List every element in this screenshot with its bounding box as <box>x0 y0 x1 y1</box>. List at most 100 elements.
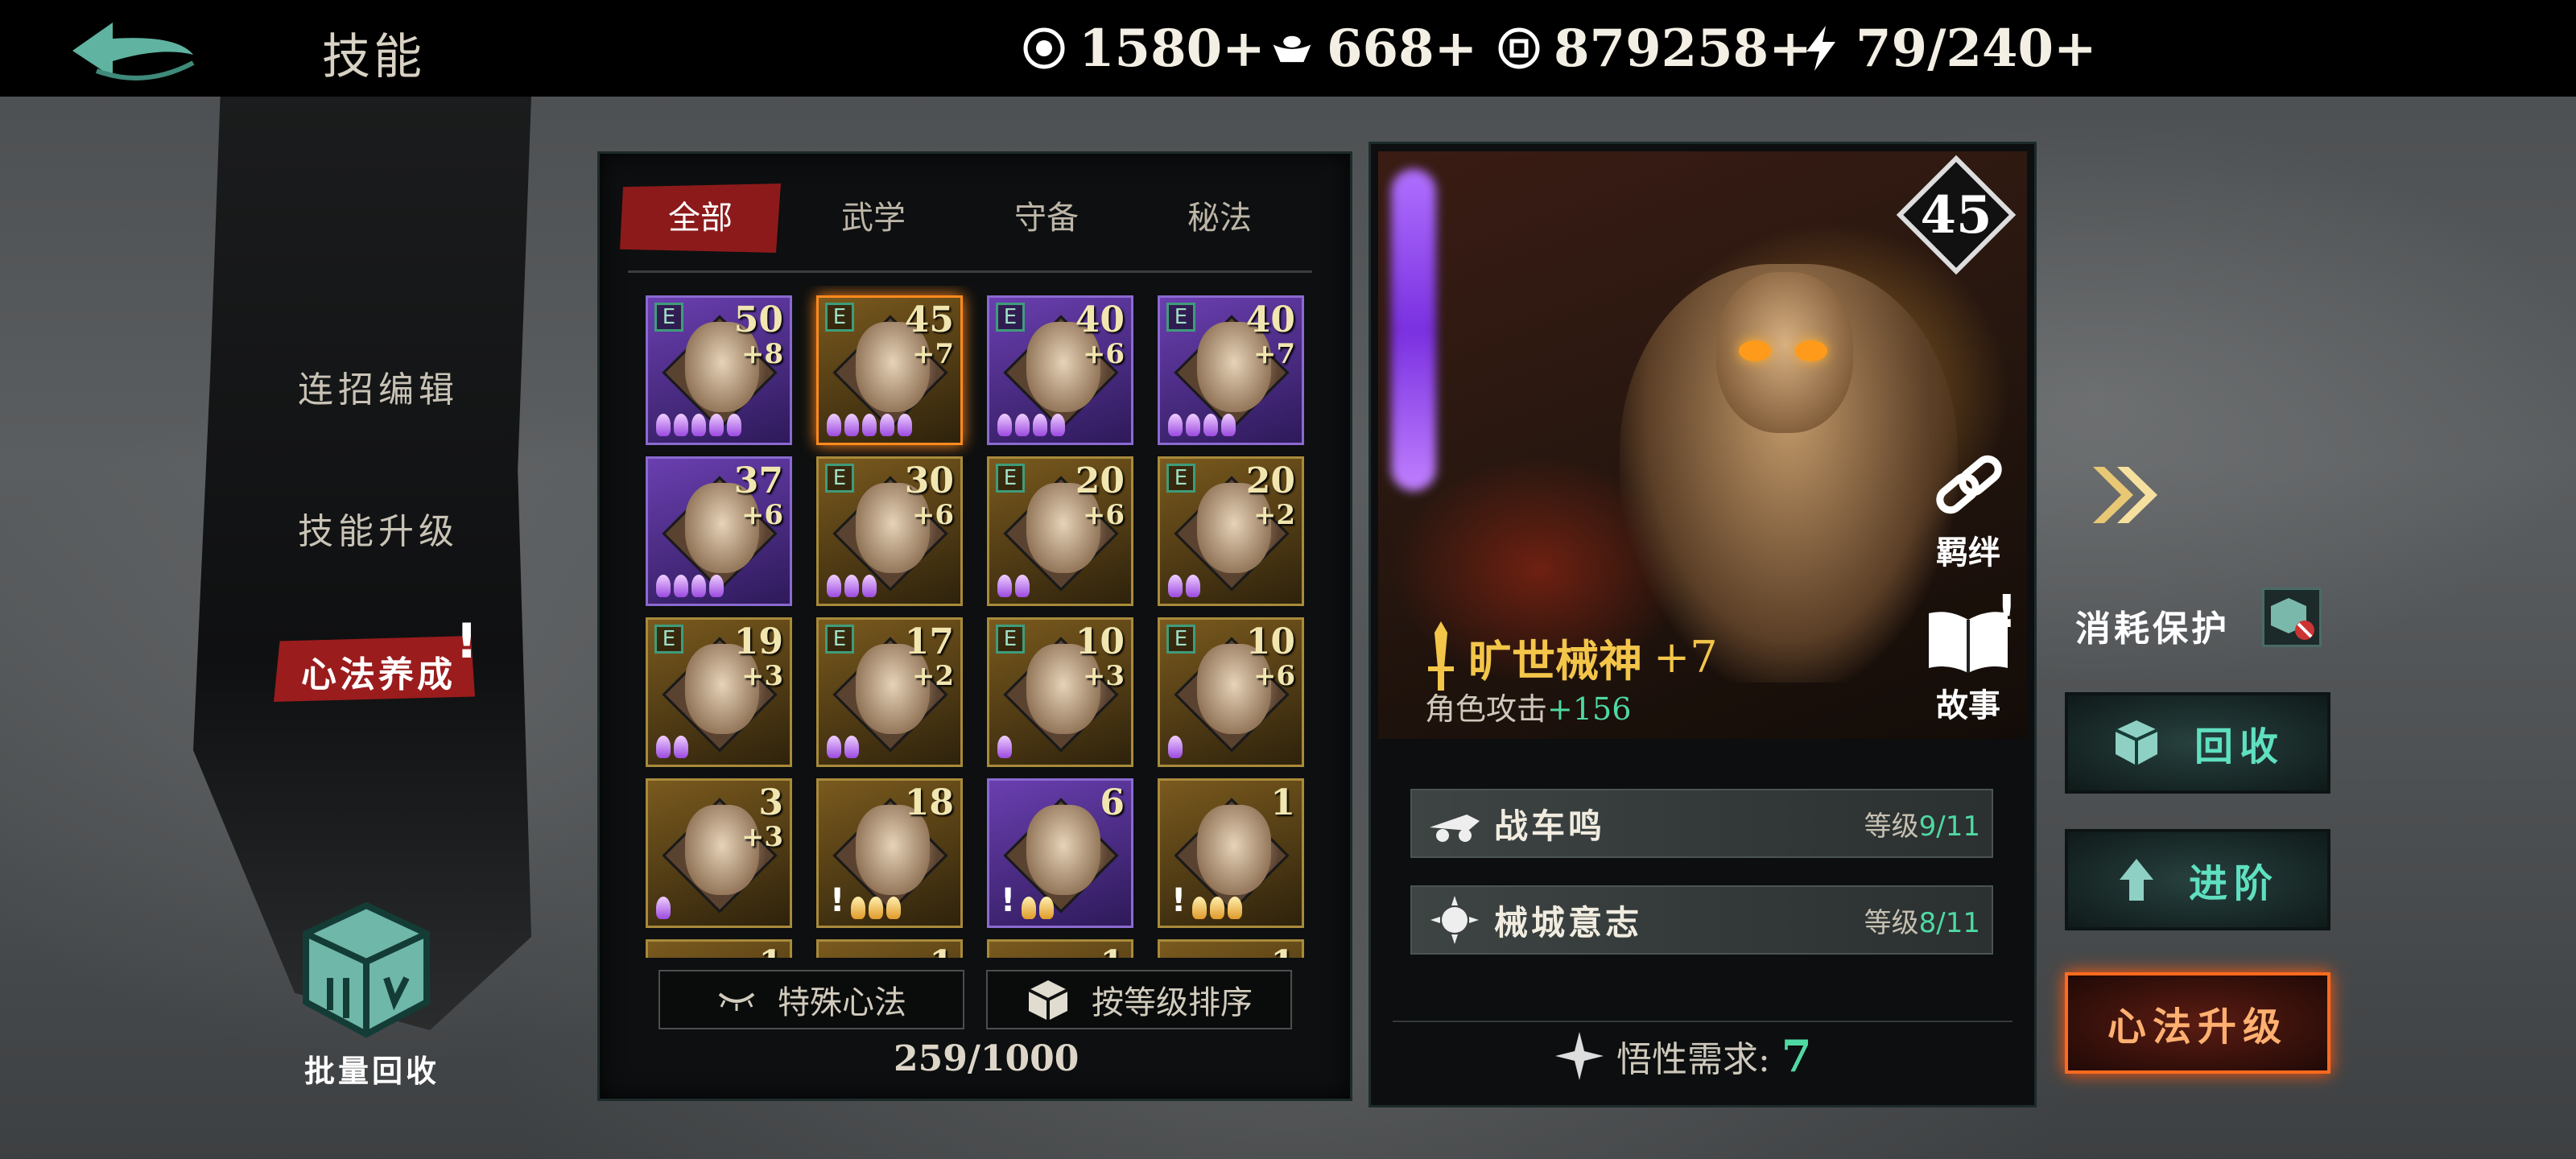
card-stars <box>1168 414 1236 438</box>
hero-goggle <box>1795 340 1827 361</box>
star-flame-icon <box>827 575 841 597</box>
mind-card[interactable]: 3 +3 <box>646 778 792 928</box>
sort-cube-icon <box>1028 980 1068 1021</box>
sort-label: 按等级排序 <box>1092 984 1253 1021</box>
story-label: 故事 <box>1936 687 2000 724</box>
sort-by-level-button[interactable]: 按等级排序 <box>986 970 1292 1029</box>
batch-recycle-button[interactable] <box>298 897 435 1042</box>
mind-card[interactable]: 1 <box>1158 939 1304 958</box>
mind-upgrade-button[interactable]: 心法升级 <box>2065 972 2330 1074</box>
mind-card[interactable]: E 10 +3 <box>987 617 1133 767</box>
category-tabs: 全部 武学 守备 秘法 <box>620 184 1312 256</box>
mind-card[interactable]: E 45 +7 <box>816 295 963 445</box>
mind-card[interactable]: E 30 +6 <box>816 456 963 606</box>
equipped-badge: E <box>1166 625 1195 654</box>
star-flame-icon <box>656 897 671 919</box>
star-flame-icon <box>844 414 859 436</box>
star-flame-icon <box>1228 897 1242 919</box>
nav-mind-cultivate[interactable]: 心法养成 <box>274 636 475 702</box>
alert-icon: ! <box>1001 882 1016 919</box>
recycle-cube-icon <box>2115 720 2158 765</box>
tab-defense[interactable]: 守备 <box>966 184 1127 253</box>
card-stars <box>1168 736 1183 760</box>
batch-recycle-label: 批量回收 <box>304 1053 440 1089</box>
star-flame-icon <box>656 414 671 436</box>
star-flame-icon <box>869 897 883 919</box>
mind-card[interactable]: 37 +6 <box>646 456 792 606</box>
star-flame-icon <box>1210 897 1224 919</box>
advance-label: 进阶 <box>2188 861 2279 906</box>
special-mind-label: 特殊心法 <box>778 984 906 1021</box>
mind-card[interactable]: E 40 +7 <box>1158 295 1304 445</box>
hero-goggle <box>1739 340 1771 361</box>
card-refine: +2 <box>1253 499 1295 531</box>
star-flame-icon <box>709 414 724 436</box>
star-flame-icon <box>862 575 877 597</box>
equipped-badge: E <box>825 303 854 332</box>
requirement-value: 7 <box>1781 1030 1812 1082</box>
mind-refine: +7 <box>1653 631 1718 683</box>
insight-requirement: 悟性需求: 7 <box>1554 1030 1811 1082</box>
star-flame-icon <box>1192 897 1207 919</box>
requirement-label: 悟性需求: <box>1616 1039 1770 1080</box>
star-flame-icon <box>1203 414 1218 436</box>
detail-level: 45 <box>1920 185 1992 245</box>
card-stars <box>827 575 877 599</box>
mind-card[interactable]: E 10 +6 <box>1158 617 1304 767</box>
mind-card[interactable]: 1 <box>646 939 792 958</box>
next-chevron-icon[interactable] <box>2085 455 2165 535</box>
mind-card[interactable]: E 50 +8 <box>646 295 792 445</box>
card-level: 50 <box>733 299 783 340</box>
mind-name: 旷世械神 +7 <box>1425 620 1718 694</box>
nav-combo-edit[interactable]: 连招编辑 <box>298 361 459 412</box>
protect-cube-icon <box>2271 598 2314 640</box>
mind-card[interactable]: 1 <box>816 939 963 958</box>
resource-ingot[interactable]: 668+ <box>1270 14 1477 82</box>
back-arrow-icon[interactable] <box>64 14 201 87</box>
tab-martial[interactable]: 武学 <box>793 184 954 253</box>
star-flame-icon <box>880 414 894 436</box>
skill-level-label: 等级 <box>1864 906 1919 939</box>
mind-card[interactable]: 18! <box>816 778 963 928</box>
mind-card[interactable]: 1 <box>987 939 1133 958</box>
bond-button[interactable]: 羁绊 <box>1924 451 2013 573</box>
mind-card[interactable]: E 19 +3 <box>646 617 792 767</box>
mind-card[interactable]: 1! <box>1158 778 1304 928</box>
recycle-button[interactable]: 回收 <box>2065 692 2330 794</box>
top-bar: 技能 1580+ 668+ 879258+ 79/240+ <box>0 0 2576 97</box>
equipped-badge: E <box>825 464 854 493</box>
star-flame-icon <box>827 736 841 758</box>
resource-silver[interactable]: 879258+ <box>1497 14 1812 82</box>
equipped-badge: E <box>654 303 683 332</box>
star-flame-icon <box>1221 414 1236 436</box>
tab-arcane[interactable]: 秘法 <box>1139 184 1300 253</box>
alert-icon: ! <box>456 613 478 670</box>
star-flame-icon <box>827 414 841 436</box>
skill-level: 等级9/11 <box>1864 804 1980 843</box>
star-flame-icon <box>691 414 706 436</box>
mind-card[interactable]: E 20 +2 <box>1158 456 1304 606</box>
nav-skill-upgrade[interactable]: 技能升级 <box>298 502 459 554</box>
mind-card[interactable]: E 20 +6 <box>987 456 1133 606</box>
advance-button[interactable]: 进阶 <box>2065 829 2330 930</box>
skill-row[interactable]: 械城意志 等级8/11 <box>1410 885 1993 955</box>
star-flame-icon <box>851 897 865 919</box>
mind-card[interactable]: 6! <box>987 778 1133 928</box>
resource-coin[interactable]: 1580+ <box>1022 14 1265 82</box>
star-flame-icon <box>1015 414 1030 436</box>
card-level: 1 <box>1100 943 1125 958</box>
resource-stamina[interactable]: 79/240+ <box>1799 14 2097 82</box>
tab-all[interactable]: 全部 <box>620 184 781 253</box>
consume-protect-toggle[interactable] <box>2262 588 2322 647</box>
star-flame-icon <box>674 736 688 758</box>
stat-label: 角色攻击 <box>1425 691 1548 727</box>
card-level: 19 <box>733 621 783 662</box>
mind-card[interactable]: E 17 +2 <box>816 617 963 767</box>
special-mind-button[interactable]: 特殊心法 <box>658 970 964 1029</box>
character-portrait <box>1197 805 1271 895</box>
card-level: 10 <box>1245 621 1295 662</box>
mind-card[interactable]: E 40 +6 <box>987 295 1133 445</box>
star-flame-icon <box>1039 897 1054 919</box>
recycle-box-icon <box>303 901 430 1038</box>
skill-row[interactable]: 战车鸣 等级9/11 <box>1410 789 1993 858</box>
